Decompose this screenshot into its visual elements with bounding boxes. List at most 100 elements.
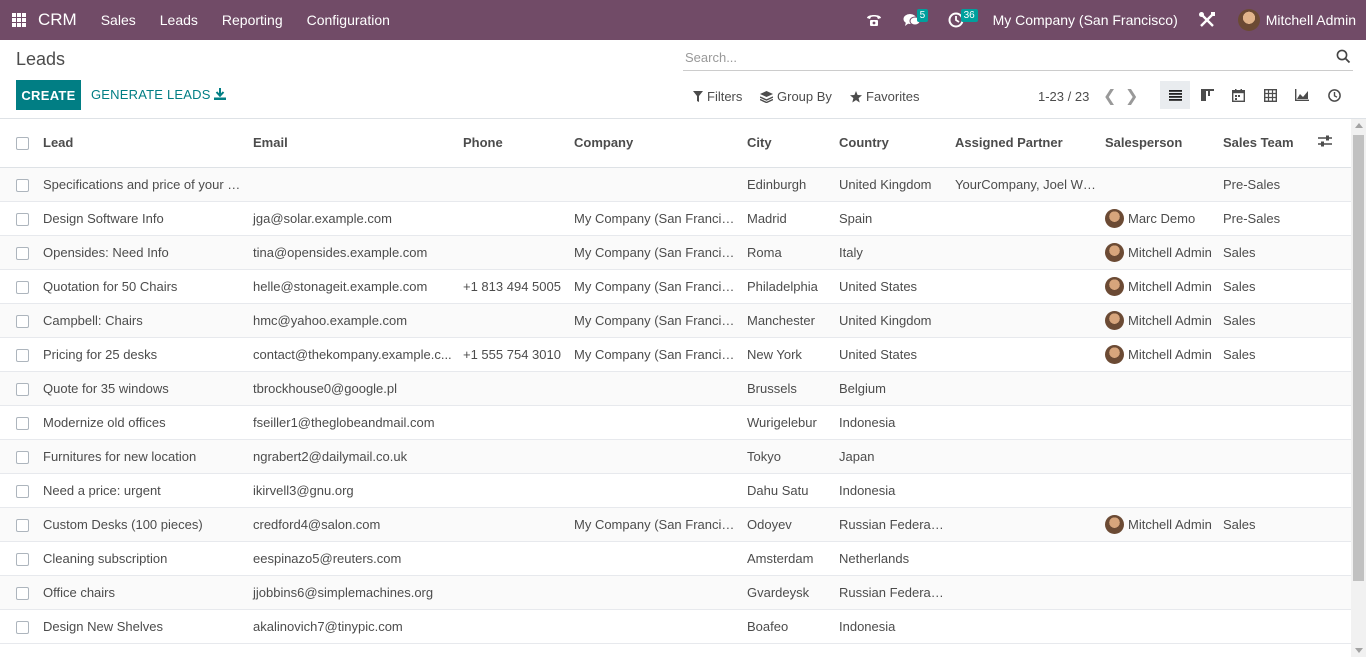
select-all-checkbox[interactable] (16, 137, 29, 151)
search-icon[interactable] (1336, 49, 1351, 67)
activity-view-icon[interactable] (1319, 81, 1349, 109)
layers-icon (760, 90, 773, 103)
row-checkbox[interactable] (16, 314, 29, 328)
table-row[interactable]: Furnitures for new location ngrabert2@dai… (0, 439, 1351, 474)
company-switcher[interactable]: My Company (San Francisco) (993, 12, 1178, 28)
create-button[interactable]: CREATE (16, 80, 81, 110)
menu-reporting[interactable]: Reporting (210, 12, 295, 28)
column-header-phone[interactable]: Phone (459, 119, 570, 168)
cell-company (570, 439, 743, 474)
cell-company (570, 575, 743, 610)
row-checkbox[interactable] (16, 280, 29, 294)
cell-salesperson (1101, 473, 1219, 508)
table-row[interactable]: Custom Desks (100 pieces) credford4@salon… (0, 507, 1351, 542)
row-checkbox[interactable] (16, 382, 29, 396)
menu-configuration[interactable]: Configuration (295, 12, 402, 28)
pager-previous-icon[interactable]: ❮ (1103, 86, 1116, 106)
cell-country: Russian Federation (835, 507, 951, 542)
cell-partner (951, 541, 1101, 576)
scroll-up-arrow-icon[interactable] (1355, 123, 1363, 128)
cell-team (1219, 609, 1314, 644)
scroll-thumb[interactable] (1353, 135, 1364, 581)
table-row[interactable]: Cleaning subscription eespinazo5@reuters.… (0, 541, 1351, 576)
cell-salesperson (1101, 609, 1219, 644)
table-row[interactable]: Office chairs jjobbins6@simplemachines.or… (0, 575, 1351, 610)
cell-phone (459, 167, 570, 202)
pager-value[interactable]: 1-23 / 23 (1038, 89, 1089, 104)
table-row[interactable]: Design New Shelves akalinovich7@tinypic.c… (0, 609, 1351, 644)
row-checkbox[interactable] (16, 416, 29, 430)
apps-menu-icon[interactable] (12, 13, 26, 27)
pivot-view-icon[interactable] (1255, 81, 1285, 109)
table-row[interactable]: Design Software Info jga@solar.example.co… (0, 201, 1351, 236)
filters-button[interactable]: Filters (693, 89, 742, 104)
graph-view-icon[interactable] (1287, 81, 1317, 109)
cell-company (570, 541, 743, 576)
cell-partner (951, 439, 1101, 474)
table-row[interactable]: Specifications and price of your p... Edi… (0, 167, 1351, 202)
phone-icon[interactable] (859, 0, 889, 40)
cell-country: Italy (835, 235, 951, 270)
cell-city: Edinburgh (743, 167, 835, 202)
table-row[interactable]: Quotation for 50 Chairs helle@stonageit.e… (0, 269, 1351, 304)
row-checkbox[interactable] (16, 178, 29, 192)
user-menu[interactable]: Mitchell Admin (1237, 9, 1356, 31)
row-checkbox[interactable] (16, 450, 29, 464)
column-header-assigned-partner[interactable]: Assigned Partner (951, 119, 1101, 168)
list-view-icon[interactable] (1160, 81, 1190, 109)
table-row[interactable]: Need a price: urgent ikirvell3@gnu.org Dah… (0, 473, 1351, 508)
row-checkbox[interactable] (16, 518, 29, 532)
row-checkbox[interactable] (16, 484, 29, 498)
column-header-sales-team[interactable]: Sales Team (1219, 119, 1314, 168)
sliders-icon (1318, 135, 1332, 147)
calendar-view-icon[interactable] (1223, 81, 1253, 109)
tools-icon[interactable] (1192, 0, 1222, 40)
column-header-lead[interactable]: Lead (39, 119, 249, 168)
table-row[interactable]: Campbell: Chairs hmc@yahoo.example.com My … (0, 303, 1351, 338)
row-checkbox[interactable] (16, 620, 29, 634)
optional-columns-toggle[interactable] (1314, 119, 1351, 168)
messages-icon[interactable]: 5 (897, 0, 929, 40)
menu-sales[interactable]: Sales (89, 12, 148, 28)
column-header-city[interactable]: City (743, 119, 835, 168)
table-row[interactable]: Modernize old offices fseiller1@theglobea… (0, 405, 1351, 440)
scroll-down-arrow-icon[interactable] (1355, 648, 1363, 653)
list-scrollbar[interactable] (1351, 119, 1366, 657)
row-checkbox[interactable] (16, 348, 29, 362)
cell-phone (459, 439, 570, 474)
salesperson-avatar (1105, 310, 1124, 330)
cell-team: Sales (1219, 303, 1314, 338)
cell-salesperson: Mitchell Admin (1101, 269, 1219, 304)
column-header-email[interactable]: Email (249, 119, 459, 168)
kanban-view-icon[interactable] (1192, 81, 1222, 109)
generate-leads-button[interactable]: GENERATE LEADS (91, 80, 211, 110)
favorites-button[interactable]: Favorites (850, 89, 919, 104)
cell-phone (459, 541, 570, 576)
column-header-country[interactable]: Country (835, 119, 951, 168)
column-header-company[interactable]: Company (570, 119, 743, 168)
pager-next-icon[interactable]: ❯ (1125, 86, 1138, 106)
download-icon[interactable] (213, 87, 227, 104)
cell-city: Boafeo (743, 609, 835, 644)
cell-city: Amsterdam (743, 541, 835, 576)
row-checkbox[interactable] (16, 586, 29, 600)
cell-city: Wurigelebur (743, 405, 835, 440)
row-checkbox[interactable] (16, 246, 29, 260)
cell-company: My Company (San Francisco) (570, 303, 743, 338)
search-input[interactable] (683, 45, 1323, 69)
salesperson-avatar (1105, 208, 1124, 228)
table-row[interactable]: Quote for 35 windows tbrockhouse0@google.… (0, 371, 1351, 406)
row-checkbox[interactable] (16, 552, 29, 566)
row-checkbox[interactable] (16, 212, 29, 226)
app-brand[interactable]: CRM (38, 10, 77, 30)
page-title: Leads (16, 49, 66, 69)
menu-leads[interactable]: Leads (148, 12, 210, 28)
group-by-button[interactable]: Group By (760, 89, 832, 104)
column-header-salesperson[interactable]: Salesperson (1101, 119, 1219, 168)
cell-spacer (1314, 473, 1351, 508)
table-row[interactable]: Opensides: Need Info tina@opensides.examp… (0, 235, 1351, 270)
salesperson-name: Mitchell Admin (1128, 312, 1212, 328)
activities-icon[interactable]: 36 (941, 0, 978, 40)
table-row[interactable]: Pricing for 25 desks contact@thekompany.e… (0, 337, 1351, 372)
star-icon (850, 90, 862, 102)
